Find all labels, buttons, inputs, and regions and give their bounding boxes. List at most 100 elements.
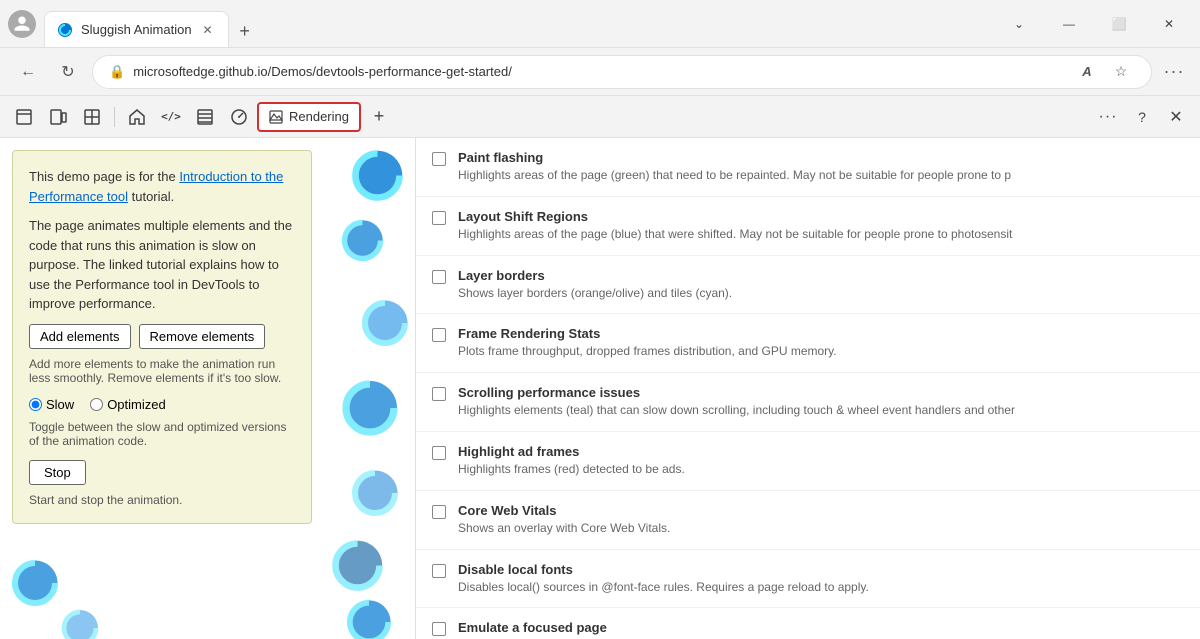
optimized-radio-label[interactable]: Optimized xyxy=(90,397,166,412)
restore-button[interactable]: ⬜ xyxy=(1096,8,1142,40)
network-tool[interactable] xyxy=(189,102,221,132)
rendering-desc-0: Highlights areas of the page (green) tha… xyxy=(458,167,1138,184)
rendering-title-1: Layout Shift Regions xyxy=(458,209,1184,224)
devtools-right: ··· ? ✕ xyxy=(1092,102,1192,132)
rendering-content-7: Disable local fonts Disables local() sou… xyxy=(458,562,1184,596)
rendering-content-0: Paint flashing Highlights areas of the p… xyxy=(458,150,1184,184)
rendering-content-6: Core Web Vitals Shows an overlay with Co… xyxy=(458,503,1184,537)
rendering-title-7: Disable local fonts xyxy=(458,562,1184,577)
rendering-checkbox-5[interactable] xyxy=(432,446,446,460)
bg-logo-7 xyxy=(345,598,393,639)
new-tab-button[interactable]: + xyxy=(229,15,261,47)
rendering-content-1: Layout Shift Regions Highlights areas of… xyxy=(458,209,1184,243)
rendering-tab[interactable]: Rendering xyxy=(257,102,361,132)
bg-logo-10 xyxy=(60,608,100,639)
more-tools-button[interactable]: ··· xyxy=(1160,58,1188,86)
bg-logo-5 xyxy=(350,468,400,518)
minimize-button[interactable]: — xyxy=(1046,8,1092,40)
address-input[interactable]: 🔒 microsoftedge.github.io/Demos/devtools… xyxy=(92,55,1152,89)
rendering-content-5: Highlight ad frames Highlights frames (r… xyxy=(458,444,1184,478)
title-bar: Sluggish Animation ✕ + ⌄ — ⬜ ✕ xyxy=(0,0,1200,48)
inspect-icon xyxy=(15,108,33,126)
rendering-checkbox-3[interactable] xyxy=(432,328,446,342)
tab-bar: Sluggish Animation ✕ + xyxy=(44,0,988,47)
info-suffix: tutorial. xyxy=(128,189,174,204)
rendering-content-3: Frame Rendering Stats Plots frame throug… xyxy=(458,326,1184,360)
performance-tool[interactable] xyxy=(223,102,255,132)
rendering-panel: Paint flashing Highlights areas of the p… xyxy=(415,138,1200,639)
rendering-item: Disable local fonts Disables local() sou… xyxy=(416,550,1200,609)
devtools-toolbar: </> Rendering + ··· ? ✕ xyxy=(0,96,1200,138)
toolbar-right: ··· xyxy=(1160,58,1188,86)
rendering-title-5: Highlight ad frames xyxy=(458,444,1184,459)
devtools-help-button[interactable]: ? xyxy=(1126,102,1158,132)
info-prefix: This demo page is for the xyxy=(29,169,179,184)
rendering-title-4: Scrolling performance issues xyxy=(458,385,1184,400)
bg-logo-1 xyxy=(350,148,405,203)
home-tool[interactable] xyxy=(121,102,153,132)
toolbar-separator xyxy=(114,107,115,127)
console-tool[interactable] xyxy=(76,102,108,132)
address-icons: A ☆ xyxy=(1073,58,1135,86)
rendering-checkbox-2[interactable] xyxy=(432,270,446,284)
network-icon xyxy=(196,108,214,126)
rendering-checkbox-1[interactable] xyxy=(432,211,446,225)
rendering-desc-3: Plots frame throughput, dropped frames d… xyxy=(458,343,1138,360)
animation-hint: Start and stop the animation. xyxy=(29,493,295,507)
tab-close-button[interactable]: ✕ xyxy=(200,22,216,38)
slow-radio[interactable] xyxy=(29,398,42,411)
rendering-title-6: Core Web Vitals xyxy=(458,503,1184,518)
elements-hint: Add more elements to make the animation … xyxy=(29,357,295,385)
rendering-item: Highlight ad frames Highlights frames (r… xyxy=(416,432,1200,491)
reading-view-icon[interactable]: A xyxy=(1073,58,1101,86)
bg-logo-6 xyxy=(330,538,385,593)
url-text[interactable]: microsoftedge.github.io/Demos/devtools-p… xyxy=(133,64,1065,79)
rendering-checkbox-8[interactable] xyxy=(432,622,446,636)
devtools-more-button[interactable]: ··· xyxy=(1092,102,1124,132)
rendering-item: Frame Rendering Stats Plots frame throug… xyxy=(416,314,1200,373)
rendering-content-4: Scrolling performance issues Highlights … xyxy=(458,385,1184,419)
inspect-tool[interactable] xyxy=(8,102,40,132)
stop-button[interactable]: Stop xyxy=(29,460,86,485)
main-content: This demo page is for the Introduction t… xyxy=(0,138,1200,639)
rendering-title-3: Frame Rendering Stats xyxy=(458,326,1184,341)
sources-tool[interactable]: </> xyxy=(155,102,187,132)
chevron-button[interactable]: ⌄ xyxy=(996,8,1042,40)
rendering-desc-6: Shows an overlay with Core Web Vitals. xyxy=(458,520,1138,537)
add-elements-button[interactable]: Add elements xyxy=(29,324,131,349)
rendering-title-8: Emulate a focused page xyxy=(458,620,1184,635)
rendering-content-8: Emulate a focused page Emulates a focuse… xyxy=(458,620,1184,639)
rendering-item: Layer borders Shows layer borders (orang… xyxy=(416,256,1200,315)
slow-radio-label[interactable]: Slow xyxy=(29,397,74,412)
optimized-radio[interactable] xyxy=(90,398,103,411)
address-bar: ← ↻ 🔒 microsoftedge.github.io/Demos/devt… xyxy=(0,48,1200,96)
rendering-desc-1: Highlights areas of the page (blue) that… xyxy=(458,226,1138,243)
add-tool[interactable]: + xyxy=(363,102,395,132)
avatar[interactable] xyxy=(8,10,36,38)
rendering-title-0: Paint flashing xyxy=(458,150,1184,165)
rendering-checkbox-4[interactable] xyxy=(432,387,446,401)
devtools-close-button[interactable]: ✕ xyxy=(1160,102,1192,132)
refresh-button[interactable]: ↻ xyxy=(52,56,84,88)
rendering-checkbox-7[interactable] xyxy=(432,564,446,578)
lock-icon: 🔒 xyxy=(109,64,125,80)
rendering-checkbox-0[interactable] xyxy=(432,152,446,166)
info-panel: This demo page is for the Introduction t… xyxy=(12,150,312,524)
info-text-2: The page animates multiple elements and … xyxy=(29,216,295,314)
home-icon xyxy=(128,108,146,126)
bg-logo-3 xyxy=(360,298,410,348)
rendering-item: Scrolling performance issues Highlights … xyxy=(416,373,1200,432)
rendering-desc-5: Highlights frames (red) detected to be a… xyxy=(458,461,1138,478)
back-button[interactable]: ← xyxy=(12,56,44,88)
rendering-content-2: Layer borders Shows layer borders (orang… xyxy=(458,268,1184,302)
remove-elements-button[interactable]: Remove elements xyxy=(139,324,266,349)
info-text-1: This demo page is for the Introduction t… xyxy=(29,167,295,206)
favorite-icon[interactable]: ☆ xyxy=(1107,58,1135,86)
rendering-item: Emulate a focused page Emulates a focuse… xyxy=(416,608,1200,639)
close-button[interactable]: ✕ xyxy=(1146,8,1192,40)
rendering-checkbox-6[interactable] xyxy=(432,505,446,519)
device-tool[interactable] xyxy=(42,102,74,132)
rendering-desc-4: Highlights elements (teal) that can slow… xyxy=(458,402,1138,419)
active-tab[interactable]: Sluggish Animation ✕ xyxy=(44,11,229,47)
web-page: This demo page is for the Introduction t… xyxy=(0,138,415,639)
